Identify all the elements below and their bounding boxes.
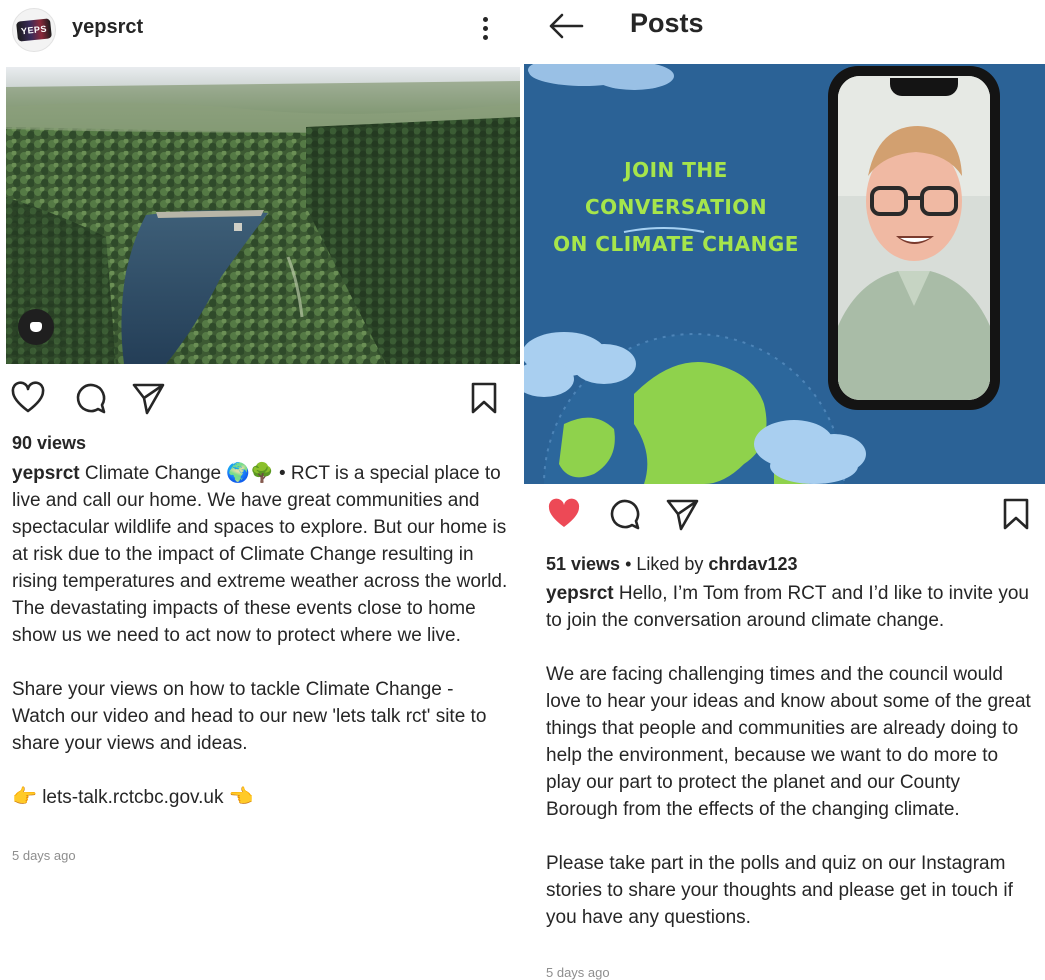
point-left-emoji: 👈 [228,786,254,808]
post-header: YEPS yepsrct [0,0,524,60]
view-count: 51 views [546,554,621,574]
page-header: Posts [524,0,1045,55]
caption-text-paragraph-2: We are facing challenging times and the … [546,664,1031,820]
video-person-frame [838,76,990,400]
caption-text-paragraph-2: Share your views on how to tackle Climat… [12,679,487,754]
page-title: Posts [630,8,704,38]
caption-text-paragraph-1: Climate Change 🌍🌳 • RCT is a special pla… [12,463,508,646]
liked-by-label: • Liked by [620,554,709,574]
caption-username[interactable]: yepsrct [12,463,80,484]
phone-frame [828,66,1000,410]
heart-icon[interactable] [10,380,46,416]
person-portrait-illustration [838,76,990,400]
likes-line: 51 views • Liked by chrdav123 [546,554,797,575]
avatar[interactable]: YEPS [12,8,56,52]
post-caption: yepsrct Climate Change 🌍🌳 • RCT is a spe… [12,460,508,811]
caption-text-paragraph-1: Hello, I’m Tom from RCT and I’d like to … [546,583,1029,631]
post-actions-bar [10,380,510,420]
post-actions-bar [542,496,1042,536]
caption-text-paragraph-3: Please take part in the polls and quiz o… [546,853,1013,928]
caption-link-line: 👉 lets-talk.rctcbc.gov.uk 👈 [12,784,508,811]
avatar-logo: YEPS [16,18,52,42]
heart-filled-icon[interactable] [546,496,582,532]
bookmark-icon[interactable] [998,496,1034,532]
post-video-climate-banner[interactable]: JOIN THE CONVERSATION ON CLIMATE CHANGE [524,64,1045,484]
post-timestamp: 5 days ago [546,965,610,980]
liked-by-username[interactable]: chrdav123 [708,554,797,574]
left-post-panel: YEPS yepsrct 90 views yepsrct Climate Ch… [0,0,524,980]
view-count: 90 views [12,433,87,453]
send-icon[interactable] [130,380,166,416]
more-options-icon[interactable] [476,14,494,44]
post-username[interactable]: yepsrct [72,16,143,39]
send-icon[interactable] [664,496,700,532]
comment-icon[interactable] [606,496,642,532]
forest-reservoir-illustration [6,67,520,364]
point-right-emoji: 👉 [12,786,37,808]
arrow-left-icon[interactable] [548,12,584,40]
post-image-forest-reservoir[interactable] [6,67,520,364]
bookmark-icon[interactable] [466,380,502,416]
post-caption: yepsrct Hello, I’m Tom from RCT and I’d … [546,580,1036,931]
phone-notch [890,78,958,96]
caption-link[interactable]: lets-talk.rctcbc.gov.uk [42,787,223,808]
right-post-panel: Posts JOIN THE CONVERSATION ON CLIMATE C… [524,0,1045,980]
audio-icon[interactable] [18,309,54,345]
comment-icon[interactable] [72,380,108,416]
caption-username[interactable]: yepsrct [546,583,614,604]
banner-line-2: ON CLIMATE CHANGE [553,232,799,256]
post-timestamp: 5 days ago [12,848,76,863]
banner-line-1: JOIN THE CONVERSATION [584,158,768,219]
banner-headline: JOIN THE CONVERSATION ON CLIMATE CHANGE [546,152,806,263]
